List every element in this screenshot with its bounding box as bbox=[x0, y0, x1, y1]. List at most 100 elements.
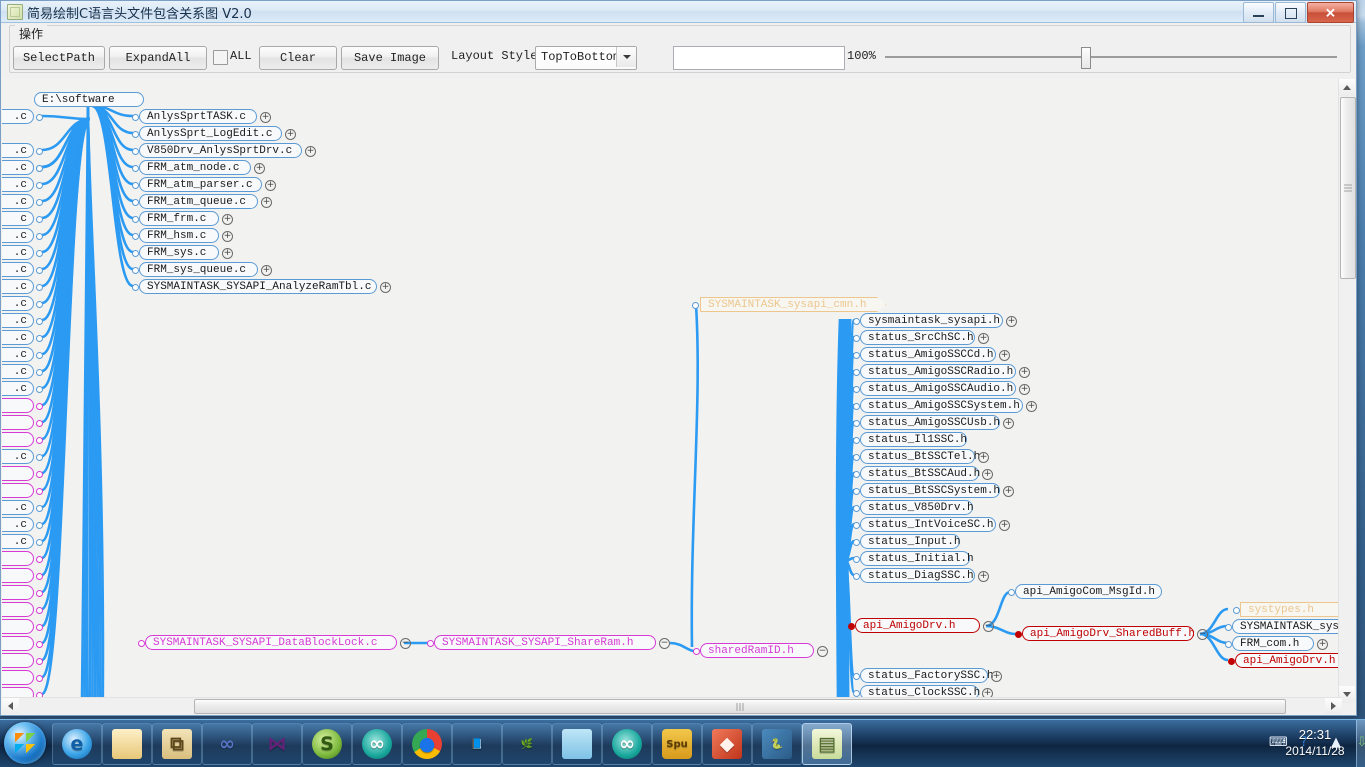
taskbar-arduino[interactable]: ∞ bbox=[352, 723, 402, 765]
taskbar-windows-explorer[interactable] bbox=[102, 723, 152, 765]
graph-node-api[interactable]: api_AmigoDrv.h bbox=[855, 618, 980, 633]
graph-node-clipped[interactable]: .c bbox=[2, 500, 34, 515]
vertical-scrollbar-thumb[interactable] bbox=[1340, 97, 1356, 279]
collapse-node-button[interactable]: − bbox=[983, 621, 994, 632]
graph-node-api[interactable]: api_AmigoCom_MsgId.h bbox=[1015, 584, 1162, 599]
graph-node-clipped[interactable]: .c bbox=[2, 381, 34, 396]
graph-node-c-file[interactable]: FRM_atm_parser.c bbox=[139, 177, 262, 192]
graph-node-header[interactable]: status_SrcChSC.h bbox=[860, 330, 975, 345]
graph-node-clipped[interactable] bbox=[2, 398, 34, 413]
graph-node-c-file[interactable]: FRM_hsm.c bbox=[139, 228, 219, 243]
graph-node-c-file[interactable]: FRM_sys_queue.c bbox=[139, 262, 258, 277]
graph-node-clipped[interactable]: c bbox=[2, 211, 34, 226]
expand-node-button[interactable]: + bbox=[978, 452, 989, 463]
graph-node-clipped[interactable]: .c bbox=[2, 160, 34, 175]
graph-node-cmn-header[interactable]: SYSMAINTASK_sysapi_cmn.h bbox=[700, 297, 886, 312]
layout-style-select[interactable]: TopToBottom bbox=[535, 46, 637, 70]
graph-node-clipped[interactable]: .c bbox=[2, 364, 34, 379]
graph-node-api[interactable]: SYSMAINTASK_systy bbox=[1232, 619, 1342, 634]
graph-node-header[interactable]: status_V850Drv.h bbox=[860, 500, 974, 515]
taskbar-clock[interactable]: 22:31 2014/11/28 bbox=[1273, 727, 1357, 759]
horizontal-scrollbar[interactable] bbox=[2, 697, 1342, 714]
graph-node-clipped[interactable]: .c bbox=[2, 143, 34, 158]
graph-node-clipped[interactable] bbox=[2, 466, 34, 481]
graph-node-clipped[interactable]: .c bbox=[2, 109, 34, 124]
start-button[interactable] bbox=[4, 722, 46, 764]
graph-node-clipped[interactable]: .c bbox=[2, 330, 34, 345]
taskbar-teal-app[interactable]: ∞ bbox=[602, 723, 652, 765]
taskbar-visual-studio[interactable]: ⋈ bbox=[252, 723, 302, 765]
expand-node-button[interactable]: + bbox=[1006, 316, 1017, 327]
graph-node-header[interactable]: status_AmigoSSCCd.h bbox=[860, 347, 996, 362]
graph-node-c-file[interactable]: SYSMAINTASK_SYSAPI_AnalyzeRamTbl.c bbox=[139, 279, 377, 294]
graph-node-header[interactable]: status_BtSSCAud.h bbox=[860, 466, 980, 481]
all-checkbox[interactable] bbox=[213, 50, 228, 65]
graph-node-clipped[interactable] bbox=[2, 551, 34, 566]
graph-root-node[interactable]: E:\software bbox=[34, 92, 144, 107]
graph-node-clipped[interactable]: .c bbox=[2, 347, 34, 362]
graph-node-clipped[interactable] bbox=[2, 432, 34, 447]
graph-node-clipped[interactable] bbox=[2, 585, 34, 600]
expand-node-button[interactable]: + bbox=[991, 671, 1002, 682]
expand-node-button[interactable]: + bbox=[380, 282, 391, 293]
graph-node-clipped[interactable]: .c bbox=[2, 177, 34, 192]
graph-node-clipped[interactable] bbox=[2, 670, 34, 685]
taskbar-s-app[interactable]: S bbox=[302, 723, 352, 765]
expand-node-button[interactable]: + bbox=[254, 163, 265, 174]
graph-node-header[interactable]: status_IntVoiceSC.h bbox=[860, 517, 996, 532]
path-input[interactable] bbox=[673, 46, 845, 70]
graph-node-api[interactable]: systypes.h bbox=[1240, 602, 1342, 617]
graph-node-c-file[interactable]: AnlysSprtTASK.c bbox=[139, 109, 257, 124]
graph-node-c-file[interactable]: FRM_frm.c bbox=[139, 211, 219, 226]
graph-node-clipped[interactable]: .c bbox=[2, 279, 34, 294]
taskbar-infinity-app[interactable]: ∞ bbox=[202, 723, 252, 765]
select-path-button[interactable]: SelectPath bbox=[13, 46, 105, 70]
graph-node-clipped[interactable] bbox=[2, 568, 34, 583]
graph-node-clipped[interactable]: .c bbox=[2, 245, 34, 260]
collapse-node-button[interactable]: − bbox=[817, 646, 828, 657]
graph-node-header[interactable]: status_AmigoSSCUsb.h bbox=[860, 415, 1000, 430]
scroll-left-icon[interactable] bbox=[2, 698, 19, 714]
minimize-button[interactable] bbox=[1243, 2, 1274, 23]
graph-node-header[interactable]: status_FactorySSC.h bbox=[860, 668, 993, 683]
taskbar-internet-explorer[interactable]: e bbox=[52, 723, 102, 765]
expand-node-button[interactable]: + bbox=[1026, 401, 1037, 412]
taskbar-python-app[interactable]: 🐍 bbox=[752, 723, 802, 765]
graph-node-clipped[interactable]: .c bbox=[2, 228, 34, 243]
graph-node-clipped[interactable] bbox=[2, 415, 34, 430]
taskbar-book-app[interactable]: 📘 bbox=[452, 723, 502, 765]
graph-node-header[interactable]: status_BtSSCSystem.h bbox=[860, 483, 1000, 498]
collapse-node-button[interactable]: − bbox=[400, 638, 411, 649]
zoom-slider-thumb[interactable] bbox=[1081, 47, 1091, 69]
taskbar-source-insight[interactable]: ⧉ bbox=[152, 723, 202, 765]
expand-all-button[interactable]: ExpandAll bbox=[109, 46, 207, 70]
graph-node-clipped[interactable]: .c bbox=[2, 517, 34, 532]
expand-node-button[interactable]: + bbox=[1019, 384, 1030, 395]
expand-node-button[interactable]: + bbox=[982, 469, 993, 480]
vertical-scrollbar[interactable] bbox=[1338, 79, 1356, 703]
scroll-right-icon[interactable] bbox=[1325, 698, 1342, 714]
graph-node-header[interactable]: status_AmigoSSCRadio.h bbox=[860, 364, 1016, 379]
show-desktop-button[interactable] bbox=[1356, 720, 1365, 767]
graph-node-clipped[interactable]: .c bbox=[2, 194, 34, 209]
graph-node-clipped[interactable] bbox=[2, 483, 34, 498]
expand-node-button[interactable]: + bbox=[1003, 486, 1014, 497]
expand-node-button[interactable]: + bbox=[222, 231, 233, 242]
graph-canvas[interactable]: E:\software.c.cc.c.c.cc.c.c.c.c.c.c.c.c.… bbox=[2, 79, 1342, 703]
graph-node-api[interactable]: api_AmigoDrv.h bbox=[1235, 653, 1342, 668]
graph-node-clipped[interactable]: .c bbox=[2, 262, 34, 277]
graph-node-c-file[interactable]: V850Drv_AnlysSprtDrv.c bbox=[139, 143, 302, 158]
taskbar-green-app[interactable]: 🌿 bbox=[502, 723, 552, 765]
taskbar-google-chrome[interactable]: ● bbox=[402, 723, 452, 765]
expand-node-button[interactable]: + bbox=[978, 333, 989, 344]
collapse-node-button[interactable]: − bbox=[659, 638, 670, 649]
graph-node-header[interactable]: status_AmigoSSCAudio.h bbox=[860, 381, 1016, 396]
expand-node-button[interactable]: + bbox=[222, 214, 233, 225]
graph-node-c-file[interactable]: FRM_atm_queue.c bbox=[139, 194, 258, 209]
graph-node-clipped[interactable]: .c bbox=[2, 296, 34, 311]
graph-node-header[interactable]: status_AmigoSSCSystem.h bbox=[860, 398, 1023, 413]
expand-node-button[interactable]: + bbox=[265, 180, 276, 191]
save-image-button[interactable]: Save Image bbox=[341, 46, 439, 70]
expand-node-button[interactable]: + bbox=[1019, 367, 1030, 378]
graph-node-c-file[interactable]: FRM_sys.c bbox=[139, 245, 219, 260]
